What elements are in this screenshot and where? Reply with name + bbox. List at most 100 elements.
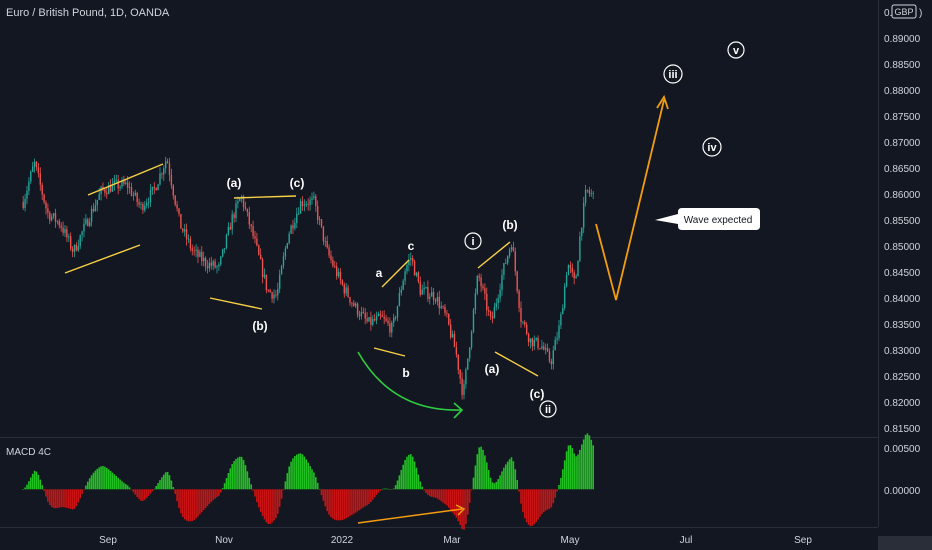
macd-bar: [582, 439, 585, 490]
macd-bar: [580, 444, 583, 490]
macd-bar: [495, 481, 498, 490]
candle-body: [512, 247, 515, 252]
candle-body: [453, 334, 456, 348]
macd-bar: [579, 449, 581, 490]
candle-body: [88, 221, 91, 226]
candle-body: [126, 182, 129, 188]
candle-body: [166, 161, 169, 164]
macd-bar: [541, 489, 543, 514]
macd-bar: [261, 489, 264, 516]
wave-label-b1: (b): [252, 319, 267, 333]
candle-body: [183, 229, 186, 232]
wave-ii-label: ii: [545, 404, 551, 416]
candle-body: [227, 226, 230, 235]
macd-bar: [569, 445, 572, 490]
macd-bar: [345, 489, 347, 519]
candle-body: [480, 277, 482, 287]
macd-bar: [333, 489, 336, 520]
macd-bar: [123, 482, 125, 490]
candle-body: [582, 202, 585, 228]
candle-body: [315, 196, 317, 207]
macd-bar: [368, 489, 370, 504]
macd-bar: [360, 489, 363, 509]
candle-body: [476, 276, 478, 294]
macd-bar: [115, 476, 118, 490]
candle-body: [168, 163, 171, 175]
macd-bar: [533, 489, 536, 525]
candle-body: [119, 186, 121, 189]
candle-body: [277, 288, 279, 296]
candle-body: [415, 272, 418, 276]
price-label: 0.81500: [884, 424, 921, 435]
macd-bar: [88, 478, 91, 490]
macd-bar: [282, 489, 285, 491]
candle-body: [305, 204, 307, 205]
macd-bar: [164, 472, 167, 490]
candle-body: [419, 281, 421, 295]
macd-bar: [385, 488, 387, 490]
time-label: Sep: [99, 535, 117, 546]
candle-body: [195, 249, 197, 251]
candle-body: [267, 290, 269, 291]
macd-bar: [584, 434, 587, 490]
candle-body: [185, 229, 188, 240]
candle-body: [73, 244, 76, 252]
price-label: 0.86500: [884, 164, 921, 175]
candle-body: [132, 195, 135, 196]
candle-body: [261, 259, 264, 278]
macd-bar: [208, 489, 211, 504]
macd-bar: [330, 489, 332, 518]
macd-bar: [86, 481, 89, 490]
candle-body: [373, 318, 376, 321]
candle-body: [368, 317, 370, 322]
macd-bar: [480, 446, 482, 490]
candle-body: [577, 260, 579, 277]
macd-bar: [466, 489, 469, 515]
candle-body: [206, 266, 209, 269]
macd-bar: [280, 489, 283, 499]
macd-bar: [446, 489, 448, 506]
macd-bar: [343, 489, 346, 520]
candle-body: [396, 305, 399, 318]
candle-body: [546, 348, 549, 352]
candle-body: [125, 182, 127, 184]
candle-body: [335, 266, 338, 277]
macd-axis-label: 0.00500: [884, 444, 921, 455]
macd-bar: [520, 489, 522, 504]
candle-body: [115, 179, 117, 181]
macd-bar: [508, 459, 511, 490]
candle-body: [301, 201, 304, 206]
macd-bar: [516, 479, 518, 490]
macd-bar: [246, 471, 249, 490]
candle-body: [442, 306, 444, 308]
macd-bar: [558, 485, 560, 490]
macd-bar: [48, 489, 51, 505]
macd-bar: [313, 472, 315, 490]
macd-bar: [390, 489, 393, 490]
macd-bar: [75, 489, 78, 507]
macd-bar: [465, 489, 467, 525]
currency-badge-text: GBP: [894, 7, 913, 17]
wave-iii-label: iii: [668, 69, 677, 81]
candle-body: [189, 238, 192, 249]
macd-bar: [371, 489, 374, 500]
wave-label-a1: (a): [227, 176, 242, 190]
macd-bar: [237, 457, 239, 490]
macd-bar: [356, 489, 359, 512]
candle-body: [459, 369, 461, 379]
candle-body: [252, 226, 254, 237]
candle-body: [77, 246, 79, 251]
macd-bar: [256, 489, 258, 503]
macd-bar: [157, 483, 159, 490]
candle-body: [478, 276, 480, 278]
macd-bar: [476, 454, 479, 490]
macd-bar: [117, 477, 119, 490]
price-label: 0.82000: [884, 398, 921, 409]
candle-body: [377, 313, 380, 317]
wave-label-a2: (a): [485, 362, 500, 376]
candle-body: [145, 202, 148, 206]
candle-body: [316, 206, 319, 220]
macd-bar: [335, 489, 338, 521]
macd-bar: [29, 477, 32, 490]
macd-bar: [423, 489, 425, 491]
